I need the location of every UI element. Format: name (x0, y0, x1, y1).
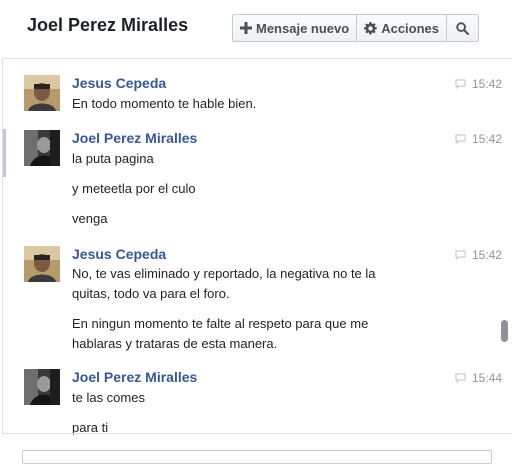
conversation-header: Joel Perez Miralles Mensaje nuevo Accion… (0, 0, 523, 58)
avatar[interactable] (24, 75, 60, 111)
message-text: En todo momento te hable bien. (72, 96, 257, 111)
message-group: Jesus Cepeda 15:42 En todo momento te ha… (3, 59, 513, 125)
message-time: 15:42 (455, 132, 502, 146)
new-message-label: Mensaje nuevo (256, 20, 350, 36)
page-edge (512, 58, 523, 456)
plus-icon (240, 22, 252, 34)
header-toolbar: Mensaje nuevo Acciones (232, 14, 480, 42)
message-text: venga (72, 211, 108, 226)
message-time-text: 15:44 (471, 371, 502, 385)
message-text: te las comes (72, 390, 145, 405)
chat-bubble-icon (455, 250, 466, 260)
new-message-button[interactable]: Mensaje nuevo (233, 15, 358, 41)
message-text: y meteetla por el culo (72, 181, 196, 196)
new-message-marker (3, 129, 6, 177)
message-time-text: 15:42 (471, 132, 502, 146)
sender-name[interactable]: Jesus Cepeda (72, 75, 166, 91)
message-thread[interactable]: Jesus Cepeda 15:42 En todo momento te ha… (2, 58, 514, 435)
message-group: Jesus Cepeda 15:42 No, te vas eliminado … (3, 243, 513, 369)
message-time-text: 15:42 (471, 77, 502, 91)
chat-bubble-icon (455, 373, 466, 383)
chat-bubble-icon (455, 134, 466, 144)
message-time: 15:42 (455, 77, 502, 91)
message-group: Joel Perez Miralles 15:44 te las comes p… (3, 364, 513, 435)
message-group: Joel Perez Miralles 15:42 la puta pagina… (3, 125, 513, 243)
reply-input[interactable] (22, 450, 492, 464)
avatar[interactable] (24, 246, 60, 282)
avatar[interactable] (24, 130, 60, 166)
search-icon (456, 21, 470, 35)
conversation-title: Joel Perez Miralles (27, 15, 189, 35)
message-text: En ningun momento te falte al respeto pa… (72, 316, 369, 351)
message-time: 15:44 (455, 371, 502, 385)
message-time: 15:42 (455, 248, 502, 262)
sender-name[interactable]: Joel Perez Miralles (72, 369, 197, 385)
message-time-text: 15:42 (471, 248, 502, 262)
message-text: la puta pagina (72, 151, 154, 166)
sender-name[interactable]: Jesus Cepeda (72, 246, 166, 262)
actions-label: Acciones (381, 20, 440, 36)
chat-bubble-icon (455, 79, 466, 89)
message-text: No, te vas eliminado y reportado, la neg… (72, 266, 376, 301)
search-button[interactable] (447, 15, 478, 41)
gear-icon (364, 21, 377, 35)
actions-button[interactable]: Acciones (357, 15, 448, 41)
thread-divider (2, 433, 512, 434)
scrollbar-thumb[interactable] (501, 320, 508, 342)
sender-name[interactable]: Joel Perez Miralles (72, 130, 197, 146)
avatar[interactable] (24, 369, 60, 405)
